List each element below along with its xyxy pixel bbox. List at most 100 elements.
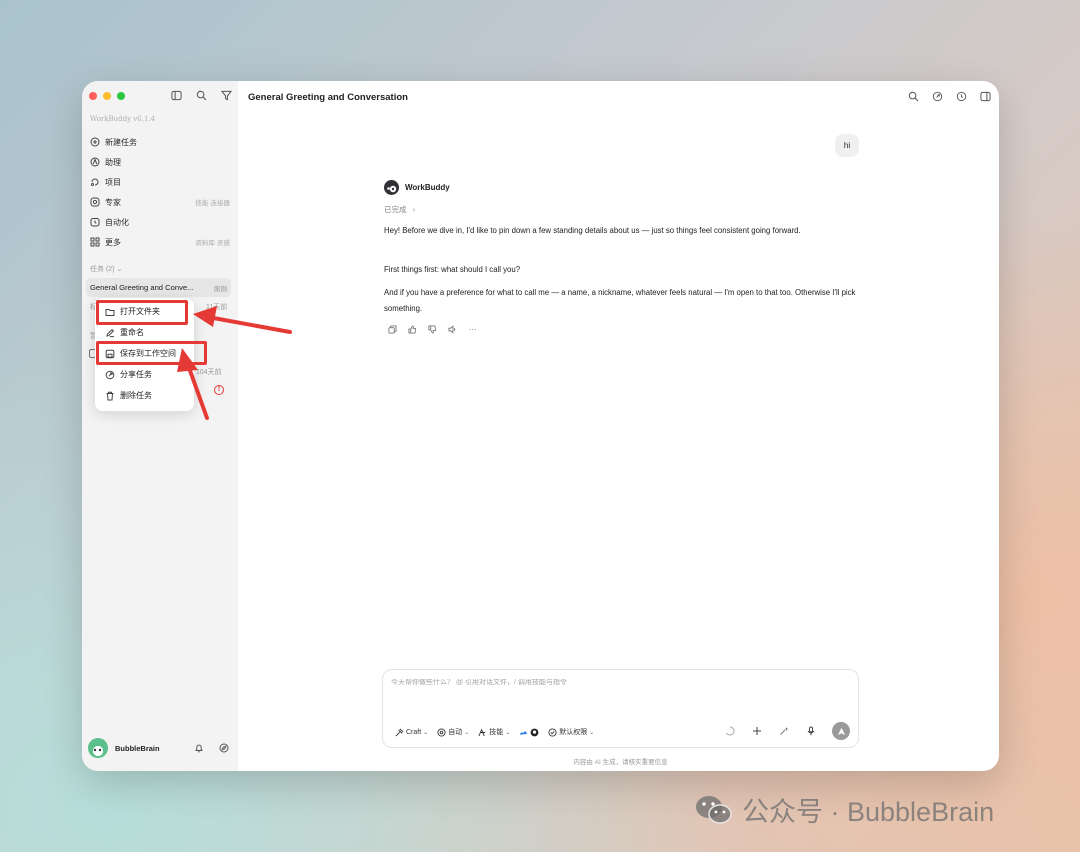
thumbs-up-icon[interactable] [408, 325, 417, 334]
composer-actions [724, 722, 850, 740]
page-title: General Greeting and Conversation [248, 92, 408, 103]
cloud-icon [519, 728, 528, 737]
ai-disclaimer: 内容由 AI 生成，请核实重要信息 [573, 759, 668, 766]
chevron-right-icon: › [412, 205, 416, 214]
craft-icon [395, 728, 404, 737]
search-icon[interactable] [195, 89, 207, 101]
sidebar-item-label: 自动化 [105, 217, 129, 227]
top-toolbar [907, 90, 991, 102]
message-paragraph: Hey! Before we dive in, I'd like to pin … [384, 226, 801, 235]
sidebar-item-more[interactable]: 更多 资料库·灵感 [82, 232, 238, 252]
maximize-window-button[interactable] [117, 92, 125, 100]
highlight-box-save-workspace [96, 341, 207, 365]
task-item-time-partial: 11天前 [206, 304, 228, 311]
skills-selector[interactable]: 技能 ⌄ [478, 727, 510, 737]
sidebar-item-label: 助理 [105, 157, 121, 167]
task-section-label[interactable]: 任务 (2) ⌄ [90, 264, 122, 274]
auto-mode-selector[interactable]: 自动 ⌄ [437, 727, 469, 737]
more-icon[interactable]: ··· [468, 325, 477, 334]
history-icon[interactable] [955, 90, 967, 102]
avatar[interactable] [88, 738, 108, 758]
send-button[interactable] [832, 722, 850, 740]
composer: Craft ⌄ 自动 ⌄ 技能 ⌄ [382, 669, 859, 748]
status-toggle[interactable]: 已完成 › [384, 204, 415, 215]
sidebar-toggle-icon[interactable] [170, 89, 182, 101]
sidebar-item-assistant[interactable]: 助理 [82, 152, 238, 172]
sidebar-item-project[interactable]: 项目 [82, 172, 238, 192]
sidebar-item-label: 项目 [105, 177, 121, 187]
user-bar: BubbleBrain [88, 737, 234, 759]
chat-input[interactable] [391, 679, 831, 686]
search-icon[interactable] [907, 90, 919, 102]
filter-icon[interactable] [220, 89, 232, 101]
menu-item-rename[interactable]: 重命名 [95, 322, 194, 343]
clock-icon [90, 217, 100, 227]
user-actions [193, 742, 234, 754]
chevron-down-icon: ⌄ [589, 729, 595, 736]
sidebar-tools [170, 89, 232, 101]
project-icon [90, 177, 100, 187]
menu-item-share-task[interactable]: 分享任务 [95, 364, 194, 385]
wechat-logo-icon [696, 795, 732, 824]
task-item-active[interactable]: General Greeting and Conve... 刚刚 [86, 278, 231, 297]
integrations[interactable] [519, 728, 539, 737]
bot-header: WorkBuddy [384, 180, 450, 195]
sidebar-item-new-task[interactable]: 新建任务 [82, 132, 238, 152]
speaker-icon[interactable] [448, 325, 457, 334]
loading-spinner-icon [724, 725, 736, 737]
watermark-text: 公众号 · BubbleBrain [742, 797, 995, 827]
sidebar-item-expert[interactable]: 专家 技能·连接器 [82, 192, 238, 212]
composer-tools: Craft ⌄ 自动 ⌄ 技能 ⌄ 默认权限 ⌄ [395, 727, 594, 737]
permission-selector[interactable]: 默认权限 ⌄ [548, 727, 594, 737]
chat-main: General Greeting and Conversation hi Wor… [238, 81, 999, 771]
sidebar: WorkBuddy v6.1.4 新建任务 助理 项目 专家 技能·连接器 自动… [82, 81, 238, 771]
sidebar-item-label: 专家 [105, 197, 121, 207]
sidebar-item-automation[interactable]: 自动化 [82, 212, 238, 232]
expert-icon [90, 197, 100, 207]
magic-wand-icon[interactable] [778, 725, 790, 737]
close-window-button[interactable] [89, 92, 97, 100]
menu-item-label: 分享任务 [120, 370, 152, 379]
assistant-icon [90, 157, 100, 167]
minimize-window-button[interactable] [103, 92, 111, 100]
pencil-icon [105, 328, 115, 338]
sidebar-item-label: 更多 [105, 237, 121, 247]
send-arrow-icon [837, 727, 845, 735]
app-window: WorkBuddy v6.1.4 新建任务 助理 项目 专家 技能·连接器 自动… [82, 81, 999, 771]
sidebar-item-hint: 技能·连接器 [195, 200, 230, 207]
thumbs-down-icon[interactable] [428, 325, 437, 334]
task-item-time-partial: 104天前 [196, 369, 222, 376]
compass-icon[interactable] [218, 742, 230, 754]
watermark: 公众号 · BubbleBrain [694, 790, 994, 829]
panel-toggle-icon[interactable] [979, 90, 991, 102]
chevron-down-icon: ⌄ [464, 729, 470, 736]
menu-item-label: 重命名 [120, 328, 144, 337]
sidebar-nav: 新建任务 助理 项目 专家 技能·连接器 自动化 更多 资料库·灵感 [82, 132, 238, 252]
github-icon [530, 728, 539, 737]
auto-icon [437, 727, 446, 737]
window-controls [89, 92, 125, 100]
menu-item-label: 删除任务 [120, 391, 152, 400]
user-name: BubbleBrain [115, 743, 160, 753]
menu-item-delete-task[interactable]: 删除任务 [95, 385, 194, 406]
auto-label: 自动 [448, 729, 463, 736]
grid-icon [90, 237, 100, 247]
share-icon [105, 370, 115, 380]
craft-mode-selector[interactable]: Craft ⌄ [395, 728, 428, 737]
copy-icon[interactable] [388, 325, 397, 334]
alert-icon: ! [214, 385, 224, 395]
user-message-bubble: hi [835, 134, 859, 157]
bell-icon[interactable] [193, 742, 205, 754]
bot-name: WorkBuddy [405, 183, 450, 192]
add-icon[interactable] [751, 725, 763, 737]
shield-check-icon [548, 727, 557, 737]
chevron-down-icon: ⌄ [505, 729, 511, 736]
share-icon[interactable] [931, 90, 943, 102]
microphone-icon[interactable] [805, 725, 817, 737]
skills-icon [478, 728, 487, 737]
sidebar-item-label: 新建任务 [105, 137, 137, 147]
status-label: 已完成 [384, 205, 407, 214]
chevron-down-icon: ⌄ [423, 729, 429, 736]
sidebar-item-hint: 资料库·灵感 [195, 240, 230, 247]
message-paragraph: First things first: what should I call y… [384, 265, 521, 274]
